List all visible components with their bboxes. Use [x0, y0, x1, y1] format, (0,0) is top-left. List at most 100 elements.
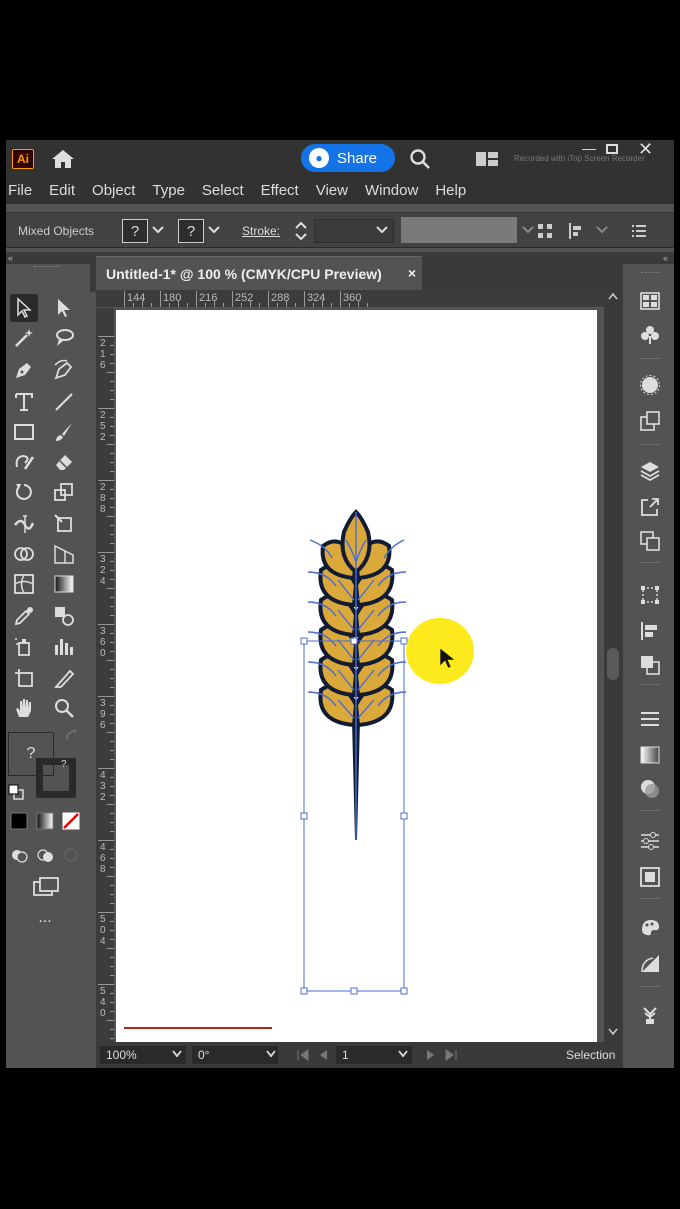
minimize-button[interactable]: —: [582, 141, 596, 156]
fill-swatch[interactable]: ?: [122, 219, 148, 243]
rotate-tool[interactable]: [10, 478, 38, 506]
align-grid-icon[interactable]: [536, 222, 554, 240]
chevron-down-icon[interactable]: [172, 1050, 182, 1058]
scroll-down-icon[interactable]: [608, 1028, 618, 1036]
chevron-down-icon[interactable]: [208, 225, 220, 235]
gradient-panel-icon[interactable]: [639, 744, 661, 766]
column-graph-tool[interactable]: [50, 632, 78, 660]
swatches-panel-icon[interactable]: [639, 290, 661, 312]
menu-view[interactable]: View: [316, 182, 348, 199]
pathfinder-panel-icon[interactable]: [639, 654, 661, 676]
artboard-tool[interactable]: [10, 664, 38, 692]
symbols-panel-icon[interactable]: [639, 324, 661, 346]
stroke-panel-icon[interactable]: [639, 708, 661, 730]
stroke-color-box[interactable]: ?: [36, 758, 76, 798]
color-guide-icon[interactable]: [639, 916, 661, 938]
paintbrush-tool[interactable]: [50, 418, 78, 446]
variable-width-profile[interactable]: [401, 217, 517, 243]
libraries-panel-icon[interactable]: [639, 1004, 661, 1026]
symbol-sprayer-tool[interactable]: [10, 632, 38, 660]
artboards-panel-icon[interactable]: [639, 530, 661, 552]
shaper-tool[interactable]: [10, 448, 38, 476]
screen-mode-icon[interactable]: [32, 876, 60, 898]
swap-fill-stroke-icon[interactable]: [64, 728, 80, 744]
color-mode-icon[interactable]: [10, 812, 28, 830]
next-artboard-icon[interactable]: [424, 1048, 438, 1062]
direct-selection-tool[interactable]: [50, 294, 78, 322]
share-button[interactable]: ● Share: [301, 144, 395, 172]
stroke-label[interactable]: Stroke:: [242, 224, 280, 238]
chevron-down-icon[interactable]: [596, 225, 608, 235]
menu-edit[interactable]: Edit: [49, 182, 75, 199]
first-artboard-icon[interactable]: [296, 1048, 310, 1062]
image-trace-icon[interactable]: [639, 866, 661, 888]
appearance-panel-icon[interactable]: [639, 374, 661, 396]
transform-panel-icon[interactable]: [639, 584, 661, 606]
search-icon[interactable]: [409, 148, 431, 170]
chevron-down-icon[interactable]: [152, 225, 164, 235]
mesh-tool[interactable]: [10, 570, 38, 598]
scroll-up-icon[interactable]: [608, 292, 618, 300]
none-mode-icon[interactable]: [62, 812, 80, 830]
menu-window[interactable]: Window: [365, 182, 418, 199]
layers-panel-icon[interactable]: [639, 460, 661, 482]
edit-toolbar-button[interactable]: ...: [30, 910, 60, 928]
blend-tool[interactable]: [50, 602, 78, 630]
maximize-button[interactable]: [606, 144, 618, 154]
draw-behind-icon[interactable]: [36, 846, 54, 864]
lasso-tool[interactable]: [50, 324, 78, 352]
free-transform-tool[interactable]: [50, 510, 78, 538]
rectangle-tool[interactable]: [10, 418, 38, 446]
hand-tool[interactable]: [10, 694, 38, 722]
zoom-tool[interactable]: [50, 694, 78, 722]
gradient-tool[interactable]: [50, 570, 78, 598]
magic-wand-tool[interactable]: [10, 324, 38, 352]
line-segment-tool[interactable]: [50, 388, 78, 416]
menu-select[interactable]: Select: [202, 182, 244, 199]
align-left-icon[interactable]: [568, 222, 586, 240]
menu-help[interactable]: Help: [435, 182, 466, 199]
color-panel-icon[interactable]: [639, 952, 661, 974]
pen-tool[interactable]: [10, 356, 38, 384]
align-panel-icon[interactable]: [639, 620, 661, 642]
close-window-button[interactable]: ✕: [638, 140, 653, 158]
scale-tool[interactable]: [50, 478, 78, 506]
stroke-stepper[interactable]: [294, 219, 308, 243]
chevron-down-icon[interactable]: [266, 1050, 276, 1058]
previous-artboard-icon[interactable]: [316, 1048, 330, 1062]
menu-file[interactable]: File: [8, 182, 32, 199]
close-document-button[interactable]: ×: [408, 265, 416, 281]
last-artboard-icon[interactable]: [444, 1048, 458, 1062]
collapse-toolbar-icon[interactable]: «: [6, 252, 90, 264]
perspective-grid-tool[interactable]: [50, 540, 78, 568]
home-icon[interactable]: [50, 148, 76, 170]
eraser-tool[interactable]: [50, 448, 78, 476]
slice-tool[interactable]: [50, 664, 78, 692]
chevron-down-icon[interactable]: [522, 225, 534, 235]
shape-builder-tool[interactable]: [10, 540, 38, 568]
graphic-styles-icon[interactable]: [639, 410, 661, 432]
draw-inside-icon[interactable]: [62, 846, 80, 864]
scrollbar-thumb[interactable]: [607, 648, 619, 680]
properties-panel-icon[interactable]: [639, 830, 661, 852]
export-panel-icon[interactable]: [639, 496, 661, 518]
type-tool[interactable]: [10, 388, 38, 416]
collapse-panels-icon[interactable]: «: [622, 252, 674, 264]
chevron-down-icon[interactable]: [376, 225, 388, 235]
vertical-scrollbar[interactable]: [604, 290, 622, 1042]
draw-normal-icon[interactable]: [10, 846, 28, 864]
curvature-tool[interactable]: [50, 356, 78, 384]
document-tab[interactable]: Untitled-1* @ 100 % (CMYK/CPU Preview) ×: [96, 256, 422, 290]
default-fill-stroke-icon[interactable]: [8, 784, 24, 800]
menu-list-icon[interactable]: [630, 222, 648, 240]
eyedropper-tool[interactable]: [10, 602, 38, 630]
wheat-artwork[interactable]: [116, 310, 597, 1042]
transparency-panel-icon[interactable]: [639, 778, 661, 800]
stroke-swatch[interactable]: ?: [178, 219, 204, 243]
width-tool[interactable]: [10, 510, 38, 538]
arrange-documents-icon[interactable]: [476, 152, 498, 166]
menu-object[interactable]: Object: [92, 182, 135, 199]
menu-type[interactable]: Type: [152, 182, 185, 199]
gradient-mode-icon[interactable]: [36, 812, 54, 830]
menu-effect[interactable]: Effect: [261, 182, 299, 199]
